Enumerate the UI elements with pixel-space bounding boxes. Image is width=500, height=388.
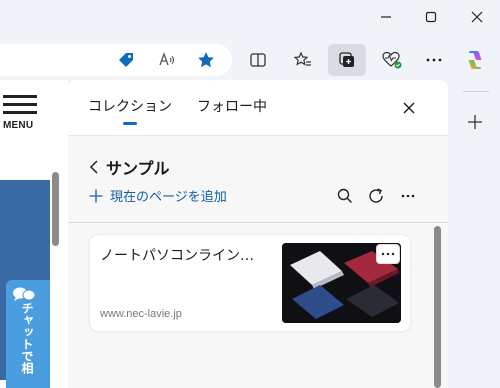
sidebar-add-button[interactable] [465, 112, 485, 132]
tab-collections[interactable]: コレクション [88, 96, 172, 116]
more-button[interactable] [418, 44, 450, 76]
collection-more-button[interactable] [399, 187, 417, 205]
webpage-content: MENU チャットで相 [0, 80, 68, 388]
collections-button[interactable] [328, 44, 366, 76]
minimize-button[interactable] [363, 0, 409, 34]
minimize-icon [381, 16, 391, 18]
add-current-page-label: 現在のページを追加 [110, 190, 227, 205]
browser-health-icon [382, 51, 402, 69]
collection-item-url: www.nec-lavie.jp [100, 308, 182, 320]
collection-title: サンプル [106, 159, 170, 178]
favorites-icon [293, 51, 311, 66]
collection-toolbar: サンプル 現在のページを追加 [68, 136, 448, 223]
back-chevron-icon[interactable] [88, 159, 100, 175]
search-icon [337, 188, 352, 203]
add-current-page-button[interactable]: 現在のページを追加 [88, 186, 227, 205]
browser-health-button[interactable] [376, 44, 408, 76]
read-aloud-icon [159, 52, 175, 66]
plus-icon [89, 189, 103, 202]
refresh-icon [369, 188, 383, 203]
copilot-icon [468, 51, 482, 69]
item-more-button[interactable] [377, 245, 399, 263]
search-button[interactable] [336, 187, 354, 205]
window-close-button[interactable] [454, 0, 500, 34]
page-scrollbar[interactable] [52, 172, 59, 246]
collection-item-card[interactable]: ノートパソコンライン… www.nec-lavie.jp [90, 235, 410, 331]
close-icon [471, 11, 483, 23]
pane-close-button[interactable] [399, 98, 419, 118]
collection-header: サンプル [88, 155, 170, 179]
favorite-star-icon [198, 52, 214, 68]
more-icon [381, 252, 395, 256]
collection-items-list: ノートパソコンライン… www.nec-lavie.jp [68, 223, 448, 388]
hamburger-menu-icon[interactable] [3, 95, 37, 115]
read-aloud-button[interactable] [151, 44, 183, 76]
tag-icon [119, 53, 133, 67]
menu-label[interactable]: MENU [3, 120, 33, 131]
tab-following[interactable]: フォロー中 [197, 96, 267, 116]
split-screen-icon [250, 53, 266, 67]
collection-item-title: ノートパソコンライン… [100, 248, 254, 264]
more-icon [426, 58, 442, 62]
more-icon [401, 194, 415, 198]
collections-icon [339, 52, 354, 67]
pane-scrollbar[interactable] [434, 226, 441, 388]
maximize-icon [425, 11, 437, 23]
chat-support-label: チャットで相 [20, 302, 34, 374]
tag-button[interactable] [110, 44, 142, 76]
chat-support-tab[interactable]: チャットで相 [6, 280, 50, 388]
favorite-button[interactable] [190, 44, 222, 76]
maximize-button[interactable] [408, 0, 454, 34]
close-icon [403, 102, 415, 114]
chat-bubble-icon [13, 287, 36, 301]
title-bar [0, 0, 500, 34]
active-tab-indicator [123, 122, 137, 125]
collections-header: コレクション フォロー中 [68, 80, 448, 136]
sidebar-divider [463, 91, 489, 92]
add-icon [468, 115, 482, 129]
copilot-button[interactable] [459, 44, 491, 76]
collections-pane: コレクション フォロー中 サンプル 現在のページを追加 ノートパソコンライン… … [68, 80, 448, 388]
split-screen-button[interactable] [242, 44, 274, 76]
favorites-button[interactable] [287, 44, 319, 76]
refresh-button[interactable] [367, 187, 385, 205]
